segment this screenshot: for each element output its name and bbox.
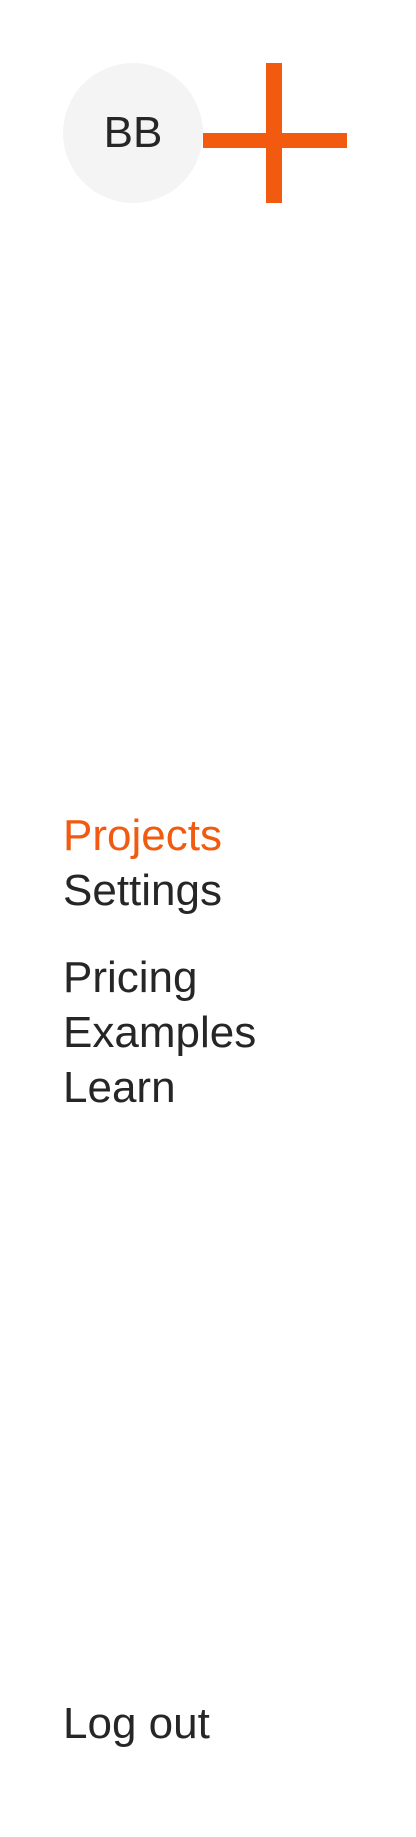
main-nav: Projects Settings Pricing Examples Learn: [63, 808, 383, 1115]
nav-group-primary: Projects Settings: [63, 808, 383, 918]
nav-item-pricing[interactable]: Pricing: [63, 950, 383, 1005]
nav-item-examples[interactable]: Examples: [63, 1005, 383, 1060]
nav-group-secondary: Pricing Examples Learn: [63, 950, 383, 1115]
logout-button[interactable]: Log out: [63, 1696, 210, 1751]
plus-cross-logo-icon[interactable]: [203, 63, 347, 203]
avatar[interactable]: BB: [63, 63, 203, 203]
nav-item-settings[interactable]: Settings: [63, 863, 383, 918]
header: BB: [63, 63, 347, 203]
nav-item-projects[interactable]: Projects: [63, 808, 383, 863]
nav-item-learn[interactable]: Learn: [63, 1060, 383, 1115]
avatar-initials: BB: [103, 108, 163, 157]
